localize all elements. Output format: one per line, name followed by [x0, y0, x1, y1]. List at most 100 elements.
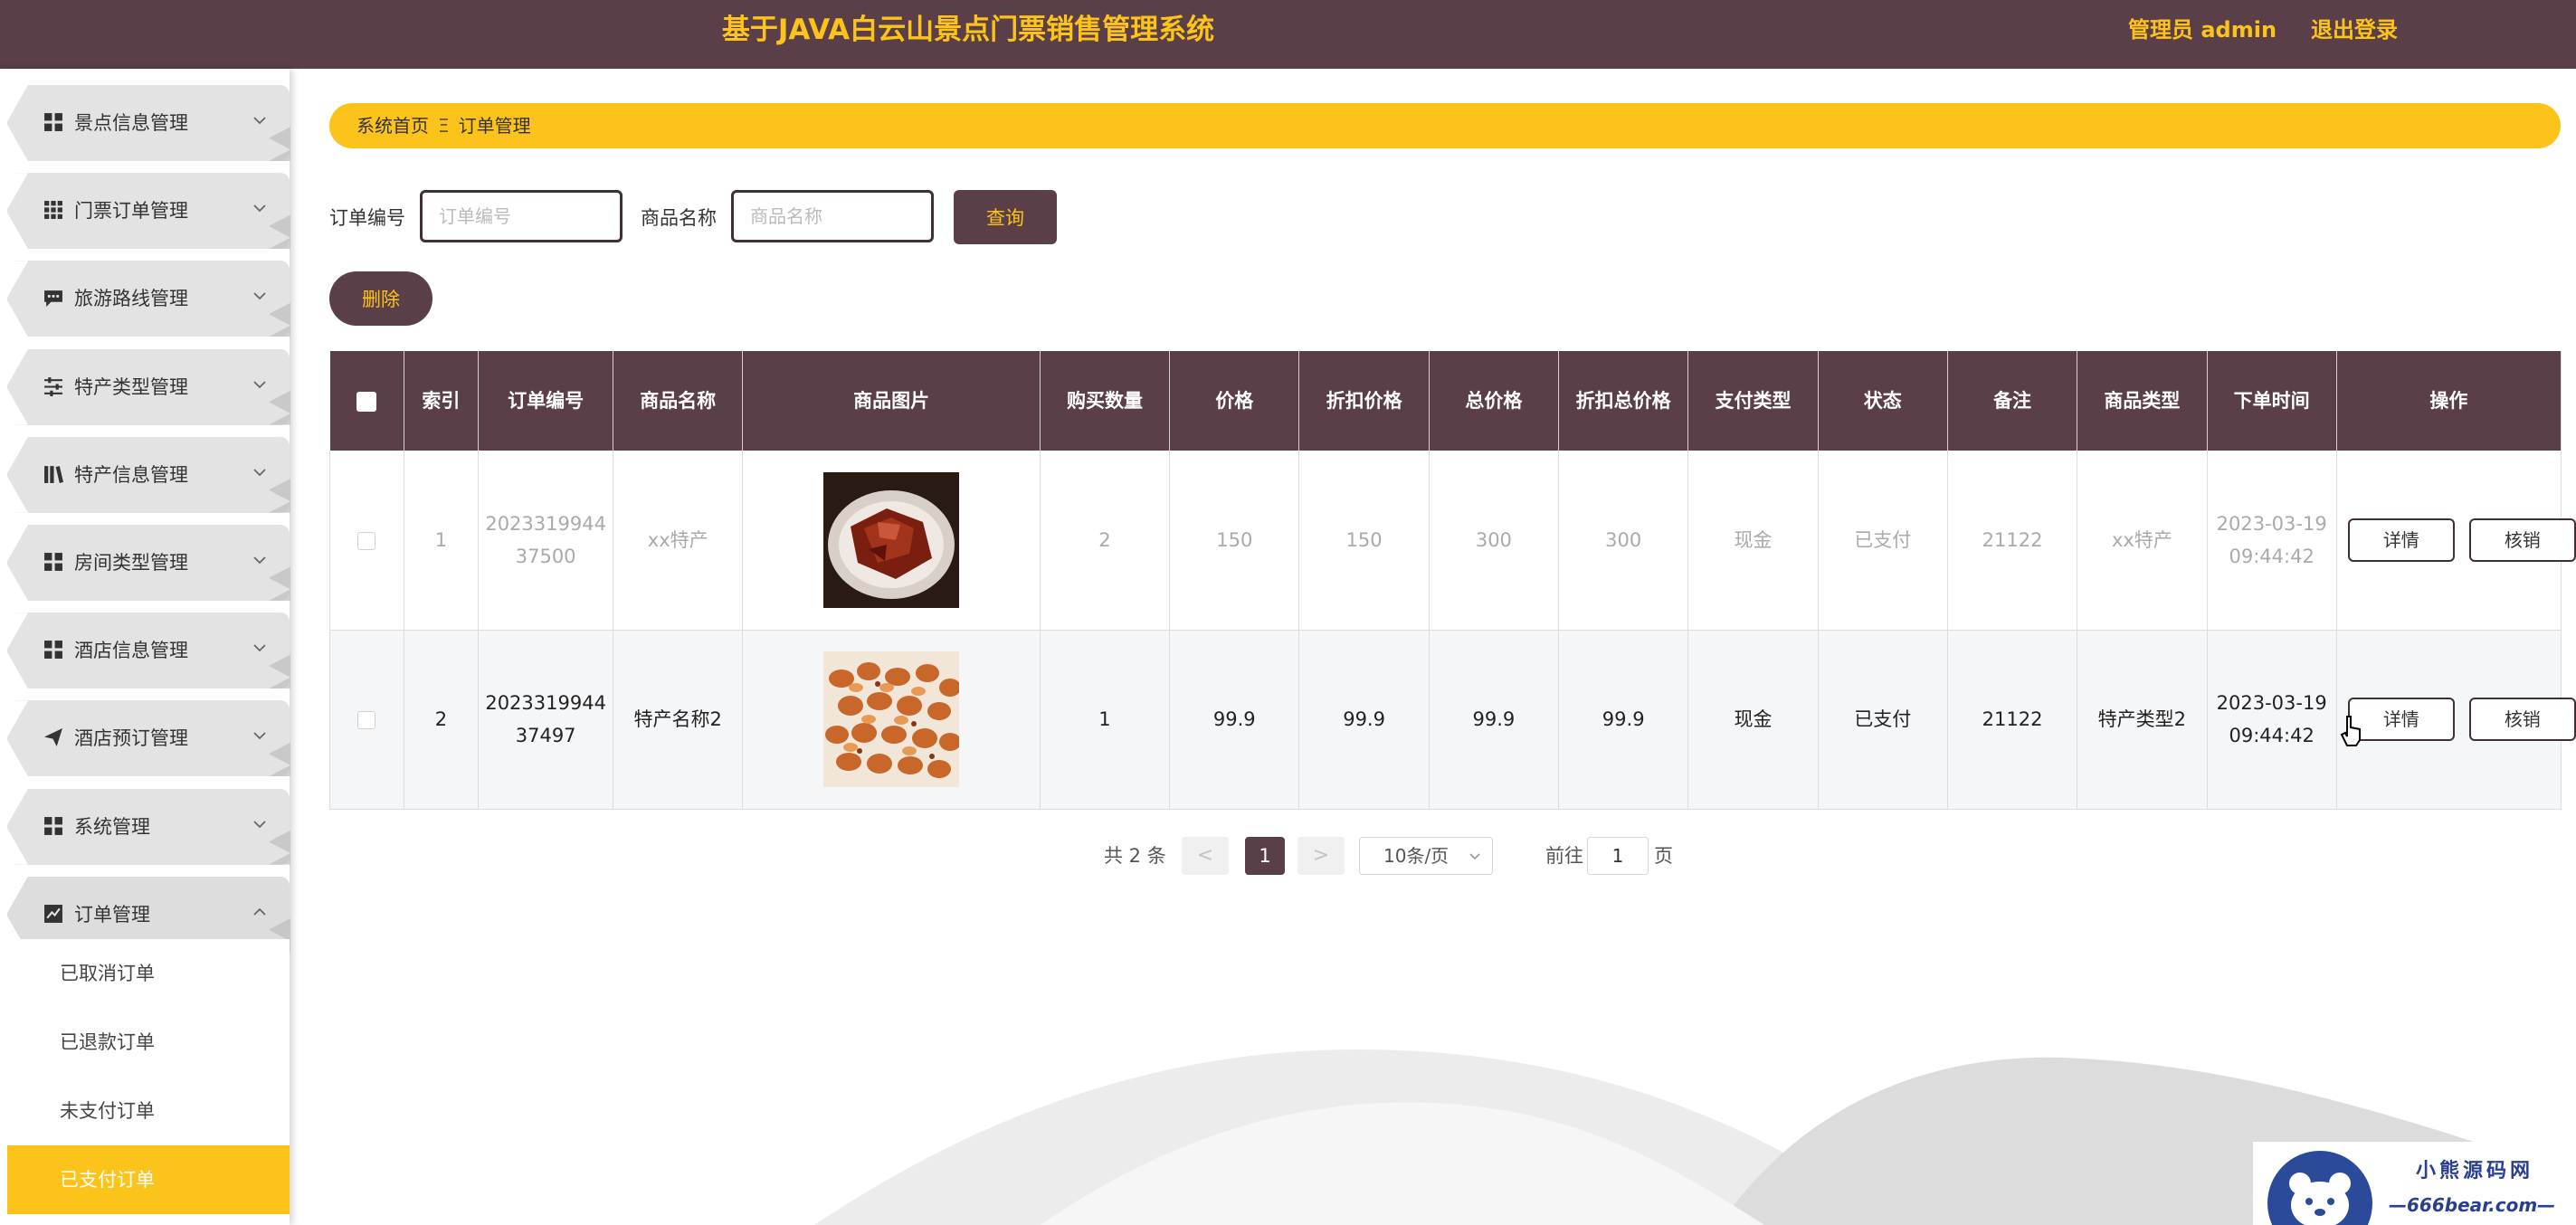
cell-product-image [742, 630, 1041, 810]
row-checkbox[interactable] [357, 531, 376, 550]
sidebar-item-label: 旅游路线管理 [74, 288, 188, 310]
col-header: 价格 [1169, 351, 1300, 451]
menu-notch-left [6, 261, 28, 337]
watermark-title: 小熊源码网 [2416, 1160, 2534, 1182]
select-all-checkbox[interactable] [356, 392, 377, 412]
col-header: 折扣价格 [1298, 351, 1430, 451]
chevron-down-icon [253, 117, 266, 125]
col-header: 购买数量 [1040, 351, 1171, 451]
watermark-badge: 小熊源码网 —666bear.com— [2253, 1142, 2576, 1225]
cell-price: 99.9 [1169, 630, 1300, 810]
table-header-row: 索引 订单编号 商品名称 商品图片 购买数量 价格 折扣价格 总价格 折扣总价格… [329, 351, 2562, 451]
cell-pay-type: 现金 [1687, 451, 1819, 631]
submenu-item[interactable]: 未支付订单 [7, 1077, 290, 1145]
col-header: 折扣总价格 [1558, 351, 1689, 451]
admin-user-label: 管理员 admin [2128, 17, 2277, 43]
bear-logo-icon [2267, 1151, 2372, 1225]
cell-product-name: 特产名称2 [613, 630, 744, 810]
page-size-select[interactable]: 10条/页 [1359, 837, 1493, 875]
verify-button[interactable]: 核销 [2468, 698, 2576, 741]
sidebar-item-label: 门票订单管理 [74, 200, 188, 223]
sidebar-item[interactable]: 酒店信息管理 [6, 612, 290, 689]
submenu-item[interactable]: 已支付订单 [7, 1145, 290, 1214]
sidebar-item-label: 酒店信息管理 [74, 640, 188, 662]
menu-notch-left [6, 173, 28, 250]
table-row: 1 202331994437500 xx特产 2 150 150 300 300… [329, 451, 2576, 631]
chevron-down-icon [253, 204, 266, 213]
cell-discount-price: 150 [1298, 451, 1430, 631]
app-title: 基于JAVA白云山景点门票销售管理系统 [721, 14, 1215, 46]
submenu-item[interactable]: 已取消订单 [7, 939, 290, 1008]
row-checkbox[interactable] [357, 711, 376, 729]
sidebar-item[interactable]: 门票订单管理 [6, 173, 290, 250]
query-button[interactable]: 查询 [954, 190, 1057, 244]
goto-label: 前往 [1545, 845, 1583, 867]
sidebar-item-label: 酒店预订管理 [74, 727, 188, 750]
library-icon [44, 465, 63, 483]
sidebar-item[interactable]: 特产类型管理 [6, 348, 290, 425]
batch-delete-button[interactable]: 删除 [329, 271, 433, 326]
cell-actions: 详情核销删除 [2336, 630, 2576, 810]
cell-discount-total: 300 [1558, 451, 1689, 631]
cell-time: 2023-03-19 09:44:42 [2207, 630, 2337, 810]
pagination-total: 共 2 条 [1104, 845, 1166, 867]
peanuts-photo [823, 651, 960, 787]
grid-dots-icon [44, 201, 62, 220]
submenu-item[interactable]: 已退款订单 [7, 1008, 290, 1077]
chevron-down-icon [1469, 853, 1480, 860]
select-all-header [329, 351, 404, 451]
goto-page-input[interactable] [1587, 837, 1649, 875]
cell-index: 2 [404, 630, 480, 810]
menu-notch-left [6, 525, 28, 601]
sidebar-item[interactable]: 景点信息管理 [6, 85, 290, 161]
chevron-down-icon [253, 732, 266, 740]
sidebar-item[interactable]: 酒店预订管理 [6, 700, 290, 777]
breadcrumb-current: 订单管理 [458, 115, 531, 137]
sidebar-item[interactable]: 房间类型管理 [6, 525, 290, 601]
order-no-label: 订单编号 [329, 207, 405, 229]
cell-total: 99.9 [1429, 630, 1560, 810]
order-no-input[interactable] [420, 190, 623, 242]
grid-icon [44, 553, 62, 571]
detail-button[interactable]: 详情 [2347, 518, 2455, 562]
col-header: 备注 [1947, 351, 2078, 451]
menu-notch-left [6, 436, 28, 513]
sidebar-item[interactable]: 系统管理 [6, 788, 290, 865]
col-header: 状态 [1818, 351, 1948, 451]
cell-qty: 1 [1040, 630, 1171, 810]
order-submenu: 已取消订单 已退款订单 未支付订单 已支付订单 [7, 939, 290, 1225]
sidebar-item-label: 特产类型管理 [74, 375, 188, 398]
col-header: 下单时间 [2207, 351, 2337, 451]
sidebar-item[interactable]: 特产信息管理 [6, 436, 290, 513]
grid-icon [44, 113, 62, 131]
cell-status: 已支付 [1818, 451, 1948, 631]
prev-page-button[interactable]: < [1182, 837, 1229, 875]
verify-button[interactable]: 核销 [2468, 518, 2576, 562]
menu-notch-left [6, 348, 28, 425]
cell-remark: 21122 [1947, 451, 2078, 631]
logout-link[interactable]: 退出登录 [2311, 0, 2398, 60]
cell-discount-total: 99.9 [1558, 630, 1689, 810]
page-size-value: 10条/页 [1383, 845, 1450, 867]
menu-notch-right [269, 700, 290, 777]
menu-notch-right [269, 788, 290, 865]
sidebar-item-label: 系统管理 [74, 815, 150, 838]
cell-product-type: xx特产 [2077, 451, 2208, 631]
chevron-down-icon [253, 469, 266, 477]
sidebar-item[interactable]: 旅游路线管理 [6, 261, 290, 337]
chevron-down-icon [253, 292, 266, 300]
page-number-current[interactable]: 1 [1245, 837, 1285, 875]
col-header: 支付类型 [1687, 351, 1819, 451]
breadcrumb-home[interactable]: 系统首页 [356, 115, 429, 137]
menu-notch-right [269, 436, 290, 513]
next-page-button[interactable]: > [1298, 837, 1345, 875]
col-header: 索引 [404, 351, 480, 451]
cell-order-no: 202331994437497 [478, 630, 614, 810]
top-header: 基于JAVA白云山景点门票销售管理系统 管理员 admin 退出登录 [0, 0, 2576, 69]
menu-notch-left [6, 85, 28, 161]
product-name-input[interactable] [731, 190, 934, 242]
menu-notch-right [269, 85, 290, 161]
breadcrumb-separator: Ξ [438, 115, 450, 137]
chart-icon [44, 904, 62, 923]
row-select-cell [329, 630, 404, 810]
